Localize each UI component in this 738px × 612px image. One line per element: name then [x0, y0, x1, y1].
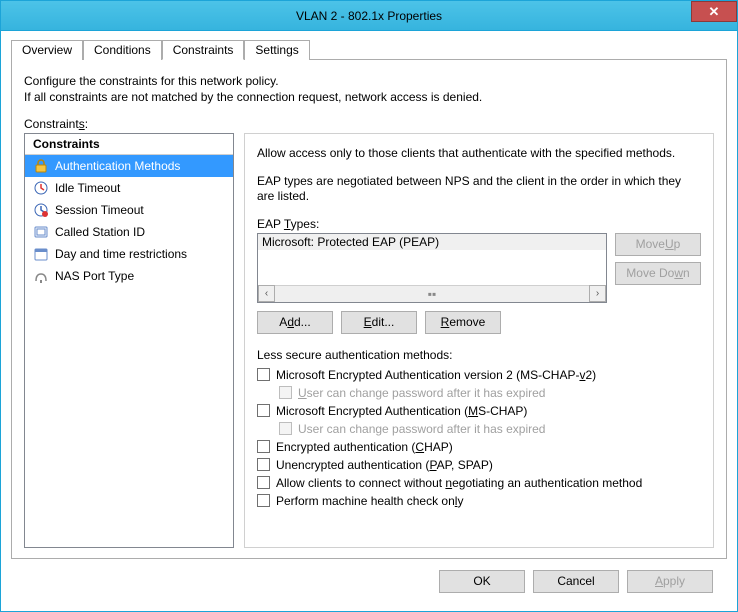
- checkbox-no-negotiate[interactable]: Allow clients to connect without negotia…: [257, 476, 701, 490]
- move-buttons: Move Up Move Down: [615, 233, 701, 303]
- tabs: Overview Conditions Constraints Settings: [11, 39, 727, 60]
- constraints-sidebar: Constraints Authentication Methods Idle …: [24, 133, 234, 548]
- tab-conditions[interactable]: Conditions: [83, 40, 162, 60]
- tabpage-constraints: Configure the constraints for this netwo…: [11, 60, 727, 559]
- intro-text: Configure the constraints for this netwo…: [24, 74, 714, 105]
- tab-overview[interactable]: Overview: [11, 40, 83, 60]
- client-area: Overview Conditions Constraints Settings…: [1, 31, 737, 611]
- checkbox-icon[interactable]: [257, 458, 270, 471]
- sidebar-item-label: NAS Port Type: [55, 269, 134, 283]
- scroll-right-icon[interactable]: ›: [589, 285, 606, 302]
- checkbox-mschap-changepw: User can change password after it has ex…: [279, 422, 701, 436]
- apply-button[interactable]: Apply: [627, 570, 713, 593]
- ok-button[interactable]: OK: [439, 570, 525, 593]
- idle-timeout-icon: [33, 180, 49, 196]
- called-station-icon: [33, 224, 49, 240]
- calendar-icon: [33, 246, 49, 262]
- window-title: VLAN 2 - 802.1x Properties: [1, 9, 737, 23]
- tab-constraints[interactable]: Constraints: [162, 40, 245, 60]
- edit-button[interactable]: Edit...: [341, 311, 417, 334]
- eap-types-label: EAP Types:: [257, 217, 701, 231]
- cancel-button[interactable]: Cancel: [533, 570, 619, 593]
- checkbox-icon[interactable]: [257, 368, 270, 381]
- auth-methods-panel: Allow access only to those clients that …: [244, 133, 714, 548]
- sidebar-item-session-timeout[interactable]: Session Timeout: [25, 199, 233, 221]
- sidebar-item-day-time[interactable]: Day and time restrictions: [25, 243, 233, 265]
- move-down-button[interactable]: Move Down: [615, 262, 701, 285]
- close-icon: ✕: [709, 4, 720, 20]
- checkbox-icon: [279, 386, 292, 399]
- checkbox-mschapv2-changepw: User can change password after it has ex…: [279, 386, 701, 400]
- eap-scrollbar[interactable]: ‹ ▪▪ ›: [258, 285, 606, 302]
- properties-window: VLAN 2 - 802.1x Properties ✕ Overview Co…: [0, 0, 738, 612]
- nas-port-icon: [33, 268, 49, 284]
- sidebar-item-nas-port-type[interactable]: NAS Port Type: [25, 265, 233, 287]
- checkbox-icon[interactable]: [257, 440, 270, 453]
- checkbox-icon[interactable]: [257, 476, 270, 489]
- scroll-left-icon[interactable]: ‹: [258, 285, 275, 302]
- tab-settings[interactable]: Settings: [244, 40, 309, 60]
- intro-line1: Configure the constraints for this netwo…: [24, 74, 714, 90]
- sidebar-item-label: Idle Timeout: [55, 181, 120, 195]
- titlebar: VLAN 2 - 802.1x Properties ✕: [1, 1, 737, 31]
- sidebar-item-label: Session Timeout: [55, 203, 144, 217]
- eap-list-item[interactable]: Microsoft: Protected EAP (PEAP): [258, 234, 606, 251]
- move-up-button[interactable]: Move Up: [615, 233, 701, 256]
- constraints-list-label: Constraints:: [24, 117, 714, 131]
- session-timeout-icon: [33, 202, 49, 218]
- remove-button[interactable]: Remove: [425, 311, 501, 334]
- lock-icon: [33, 158, 49, 174]
- eap-action-buttons: Add... Edit... Remove: [257, 311, 701, 334]
- eap-types-list[interactable]: Microsoft: Protected EAP (PEAP) ‹ ▪▪ ›: [257, 233, 607, 303]
- sidebar-header: Constraints: [25, 134, 233, 155]
- dialog-footer: OK Cancel Apply: [11, 559, 727, 603]
- checkbox-icon[interactable]: [257, 494, 270, 507]
- sidebar-item-label: Called Station ID: [55, 225, 145, 239]
- checkbox-mschapv2[interactable]: Microsoft Encrypted Authentication versi…: [257, 368, 701, 382]
- sidebar-item-called-station-id[interactable]: Called Station ID: [25, 221, 233, 243]
- checkbox-icon[interactable]: [257, 404, 270, 417]
- eap-row: Microsoft: Protected EAP (PEAP) ‹ ▪▪ › M…: [257, 233, 701, 303]
- less-secure-label: Less secure authentication methods:: [257, 348, 701, 362]
- checkbox-health-only[interactable]: Perform machine health check only: [257, 494, 701, 508]
- sidebar-item-label: Authentication Methods: [55, 159, 180, 173]
- checkbox-mschap[interactable]: Microsoft Encrypted Authentication (MS-C…: [257, 404, 701, 418]
- negotiated-text: EAP types are negotiated between NPS and…: [257, 174, 701, 205]
- close-button[interactable]: ✕: [691, 1, 737, 22]
- intro-line2: If all constraints are not matched by th…: [24, 90, 714, 106]
- sidebar-item-authentication-methods[interactable]: Authentication Methods: [25, 155, 233, 177]
- add-button[interactable]: Add...: [257, 311, 333, 334]
- checkbox-chap[interactable]: Encrypted authentication (CHAP): [257, 440, 701, 454]
- scroll-track[interactable]: ▪▪: [275, 287, 589, 301]
- allow-text: Allow access only to those clients that …: [257, 146, 701, 162]
- body-split: Constraints Authentication Methods Idle …: [24, 133, 714, 548]
- sidebar-item-idle-timeout[interactable]: Idle Timeout: [25, 177, 233, 199]
- checkbox-pap[interactable]: Unencrypted authentication (PAP, SPAP): [257, 458, 701, 472]
- checkbox-icon: [279, 422, 292, 435]
- sidebar-item-label: Day and time restrictions: [55, 247, 187, 261]
